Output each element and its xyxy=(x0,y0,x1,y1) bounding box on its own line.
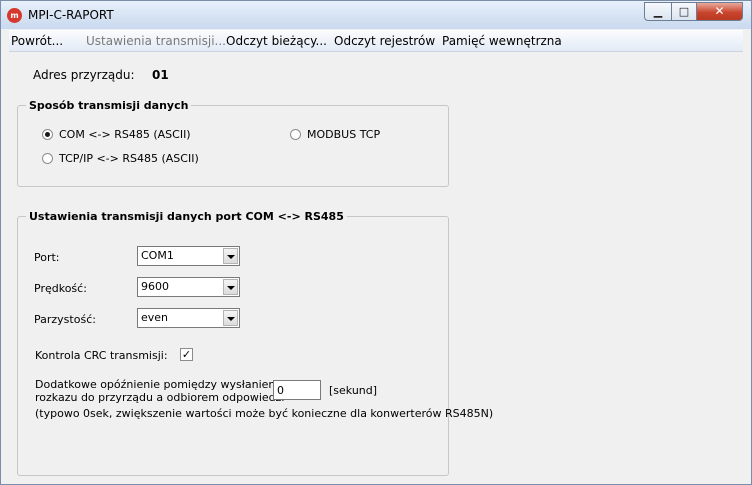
port-select[interactable]: COM1 xyxy=(137,246,240,266)
menu-item-back[interactable]: Powrót... xyxy=(11,34,63,48)
chevron-down-icon[interactable] xyxy=(223,279,238,295)
port-select-value: COM1 xyxy=(141,249,174,262)
radio-modbus-tcp[interactable] xyxy=(290,129,301,140)
title-bar[interactable]: m MPI-C-RAPORT ▁ □ ✕ xyxy=(1,1,751,29)
speed-label: Prędkość: xyxy=(34,282,87,295)
transmission-mode-title: Sposób transmisji danych xyxy=(26,99,192,112)
speed-select[interactable]: 9600 xyxy=(137,277,240,297)
app-logo-icon: m xyxy=(7,8,22,23)
parity-select-value: even xyxy=(141,311,169,324)
radio-tcpip-rs485-label[interactable]: TCP/IP <-> RS485 (ASCII) xyxy=(59,152,199,165)
chevron-down-icon[interactable] xyxy=(223,310,238,326)
delay-field[interactable] xyxy=(273,380,321,400)
device-address-value: 01 xyxy=(152,68,169,82)
port-label: Port: xyxy=(34,251,60,264)
window-title: MPI-C-RAPORT xyxy=(28,8,114,22)
delay-note: (typowo 0sek, zwiększenie wartości może … xyxy=(35,407,494,420)
delay-label-line1: Dodatkowe opóźnienie pomiędzy wysłaniem xyxy=(35,378,280,391)
menu-item-transmission-settings[interactable]: Ustawienia transmisji... xyxy=(86,34,226,48)
menu-item-current-reading[interactable]: Odczyt bieżący... xyxy=(226,34,327,48)
menu-item-internal-memory[interactable]: Pamięć wewnętrzna xyxy=(442,34,562,48)
crc-label: Kontrola CRC transmisji: xyxy=(35,349,168,362)
radio-com-rs485-label[interactable]: COM <-> RS485 (ASCII) xyxy=(59,128,191,141)
delay-input[interactable] xyxy=(274,381,321,398)
close-button[interactable]: ✕ xyxy=(696,2,743,21)
delay-unit-label: [sekund] xyxy=(329,384,378,397)
parity-select[interactable]: even xyxy=(137,308,240,328)
parity-label: Parzystość: xyxy=(34,313,96,326)
main-content: Adres przyrządu: 01 Sposób transmisji da… xyxy=(9,52,743,477)
radio-tcpip-rs485[interactable] xyxy=(42,153,53,164)
menu-bar: Powrót... Ustawienia transmisji... Odczy… xyxy=(9,30,743,52)
maximize-button[interactable]: □ xyxy=(671,2,697,21)
radio-modbus-tcp-label[interactable]: MODBUS TCP xyxy=(307,128,380,141)
chevron-down-icon[interactable] xyxy=(223,248,238,264)
speed-select-value: 9600 xyxy=(141,280,169,293)
com-settings-title: Ustawienia transmisji danych port COM <-… xyxy=(26,210,347,223)
crc-checkbox[interactable]: ✓ xyxy=(180,348,193,361)
menu-item-register-reading[interactable]: Odczyt rejestrów xyxy=(334,34,435,48)
device-address-label: Adres przyrządu: xyxy=(33,68,135,82)
delay-label-line2: rozkazu do przyrządu a odbiorem odpowied… xyxy=(35,391,285,404)
app-window: m MPI-C-RAPORT ▁ □ ✕ Powrót... Ustawieni… xyxy=(0,0,752,485)
transmission-mode-group xyxy=(17,105,449,187)
minimize-button[interactable]: ▁ xyxy=(644,2,672,21)
radio-com-rs485[interactable] xyxy=(42,129,53,140)
